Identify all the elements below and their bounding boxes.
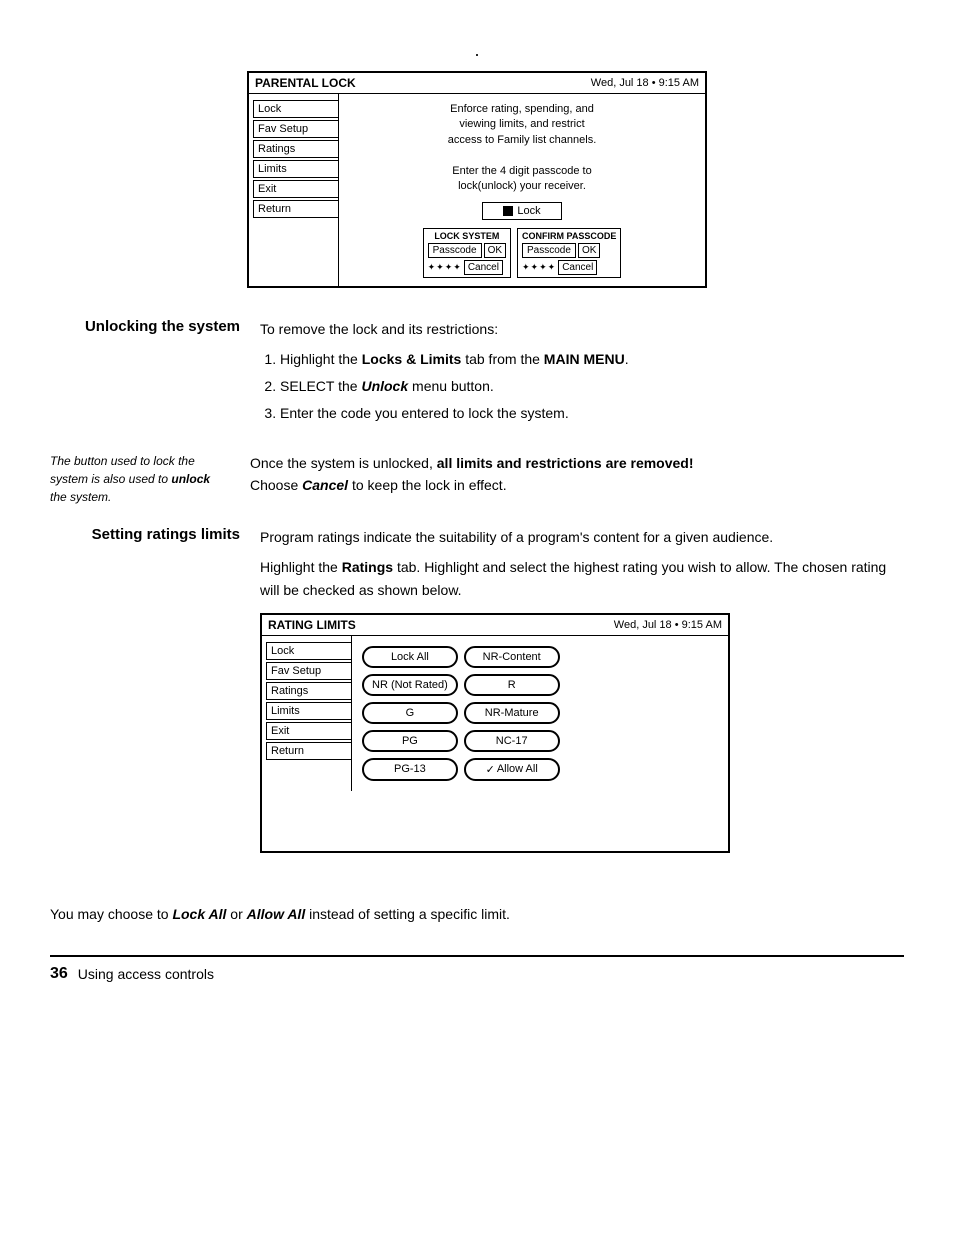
rating-limits-screen-title: RATING LIMITS xyxy=(268,618,356,632)
rating-sidebar-return[interactable]: Return xyxy=(266,742,351,760)
allow-all-checkmark: ✓ xyxy=(486,763,495,776)
sidebar-item-limits[interactable]: Limits xyxy=(253,160,338,178)
rating-limits-section: Setting ratings limits Program ratings i… xyxy=(50,526,904,883)
parental-lock-sidebar: Lock Fav Setup Ratings Limits Exit Retur… xyxy=(249,94,339,286)
lock-system-row: Passcode OK xyxy=(428,243,506,258)
unlocking-step-3: Enter the code you entered to lock the s… xyxy=(280,403,904,424)
rating-btn-allow-all[interactable]: ✓ Allow All xyxy=(464,758,560,781)
rating-btn-nr-not-rated[interactable]: NR (Not Rated) xyxy=(362,674,458,696)
bottom-note-text: You may choose to Lock All or Allow All … xyxy=(50,903,904,925)
confirm-passcode-box: CONFIRM PASSCODE Passcode OK ✦✦✦✦ Cancel xyxy=(517,228,621,278)
confirm-passcode-field[interactable]: Passcode xyxy=(522,243,576,258)
unlocking-note-body: Once the system is unlocked, all limits … xyxy=(250,452,904,506)
lock-icon xyxy=(503,206,513,216)
parental-lock-content: Enforce rating, spending, and viewing li… xyxy=(339,94,705,286)
rating-sidebar-limits[interactable]: Limits xyxy=(266,702,351,720)
parental-lock-title: PARENTAL LOCK xyxy=(255,76,356,90)
rating-btn-nc17[interactable]: NC-17 xyxy=(464,730,560,752)
rating-screen-spacer xyxy=(262,791,728,851)
parental-description: Enforce rating, spending, and viewing li… xyxy=(347,102,697,194)
confirm-cancel-btn[interactable]: Cancel xyxy=(558,260,597,275)
page-number: 36 xyxy=(50,965,68,983)
unlocking-section: Unlocking the system To remove the lock … xyxy=(50,318,904,431)
rating-btn-pg[interactable]: PG xyxy=(362,730,458,752)
rating-limits-title: Setting ratings limits xyxy=(50,526,260,883)
rating-limits-intro: Program ratings indicate the suitability… xyxy=(260,526,904,548)
unlocking-title: Unlocking the system xyxy=(50,318,260,431)
lock-cancel-btn[interactable]: Cancel xyxy=(464,260,503,275)
sidebar-item-lock[interactable]: Lock xyxy=(253,100,338,118)
confirm-passcode-title: CONFIRM PASSCODE xyxy=(522,231,616,241)
rating-btn-g[interactable]: G xyxy=(362,702,458,724)
unlocking-intro: To remove the lock and its restrictions: xyxy=(260,318,904,340)
lock-button-area: Lock xyxy=(347,202,697,220)
rating-limits-body-inner: Lock Fav Setup Ratings Limits Exit Retur… xyxy=(262,636,728,791)
rating-limits-screen-datetime: Wed, Jul 18 • 9:15 AM xyxy=(614,619,722,631)
parental-lock-screenshot-container: PARENTAL LOCK Wed, Jul 18 • 9:15 AM Lock… xyxy=(50,71,904,288)
unlocking-step-1: Highlight the Locks & Limits tab from th… xyxy=(280,349,904,370)
sidebar-item-fav-setup[interactable]: Fav Setup xyxy=(253,120,338,138)
lock-system-dots-row: ✦✦✦✦ Cancel xyxy=(428,260,506,275)
unlocking-italic-note: The button used to lock the system is al… xyxy=(50,452,250,506)
lock-button[interactable]: Lock xyxy=(482,202,561,220)
parental-lock-screen: PARENTAL LOCK Wed, Jul 18 • 9:15 AM Lock… xyxy=(247,71,707,288)
passcode-area: LOCK SYSTEM Passcode OK ✦✦✦✦ Cancel CONF… xyxy=(347,228,697,278)
lock-system-box: LOCK SYSTEM Passcode OK ✦✦✦✦ Cancel xyxy=(423,228,511,278)
confirm-passcode-dots: ✦✦✦✦ xyxy=(522,262,556,273)
lock-ok-btn[interactable]: OK xyxy=(484,243,506,258)
lock-passcode-field[interactable]: Passcode xyxy=(428,243,482,258)
parental-lock-body: Lock Fav Setup Ratings Limits Exit Retur… xyxy=(249,94,705,286)
top-dot: . xyxy=(50,40,904,61)
rating-btn-r[interactable]: R xyxy=(464,674,560,696)
lock-system-title: LOCK SYSTEM xyxy=(428,231,506,241)
rating-sidebar-exit[interactable]: Exit xyxy=(266,722,351,740)
rating-sidebar-lock[interactable]: Lock xyxy=(266,642,351,660)
parental-lock-header: PARENTAL LOCK Wed, Jul 18 • 9:15 AM xyxy=(249,73,705,94)
rating-limits-instruction: Highlight the Ratings tab. Highlight and… xyxy=(260,556,904,601)
rating-sidebar-fav-setup[interactable]: Fav Setup xyxy=(266,662,351,680)
rating-btn-lock-all[interactable]: Lock All xyxy=(362,646,458,668)
rating-limits-header: RATING LIMITS Wed, Jul 18 • 9:15 AM xyxy=(262,615,728,636)
confirm-passcode-row: Passcode OK xyxy=(522,243,616,258)
rating-limits-screenshot-container: RATING LIMITS Wed, Jul 18 • 9:15 AM Lock… xyxy=(260,613,904,853)
footer-text: Using access controls xyxy=(78,966,214,982)
unlocking-steps: Highlight the Locks & Limits tab from th… xyxy=(260,349,904,424)
sidebar-item-return[interactable]: Return xyxy=(253,200,338,218)
confirm-dots-row: ✦✦✦✦ Cancel xyxy=(522,260,616,275)
rating-limits-screen: RATING LIMITS Wed, Jul 18 • 9:15 AM Lock… xyxy=(260,613,730,853)
rating-btn-nr-mature[interactable]: NR-Mature xyxy=(464,702,560,724)
rating-sidebar-ratings[interactable]: Ratings xyxy=(266,682,351,700)
rating-btn-pg13[interactable]: PG-13 xyxy=(362,758,458,781)
unlocking-step-2: SELECT the Unlock menu button. xyxy=(280,376,904,397)
unlocking-bold-note: Once the system is unlocked, all limits … xyxy=(250,452,904,497)
lock-passcode-dots: ✦✦✦✦ xyxy=(428,262,462,273)
sidebar-item-ratings[interactable]: Ratings xyxy=(253,140,338,158)
confirm-ok-btn[interactable]: OK xyxy=(578,243,600,258)
rating-btn-nr-content[interactable]: NR-Content xyxy=(464,646,560,668)
sidebar-item-exit[interactable]: Exit xyxy=(253,180,338,198)
parental-lock-datetime: Wed, Jul 18 • 9:15 AM xyxy=(591,77,699,89)
bottom-note: You may choose to Lock All or Allow All … xyxy=(50,903,904,925)
page-footer: 36 Using access controls xyxy=(50,955,904,983)
rating-buttons-grid: Lock All NR-Content NR (Not Rated) R G N… xyxy=(352,636,570,791)
rating-limits-body: Program ratings indicate the suitability… xyxy=(260,526,904,883)
unlocking-note-section: The button used to lock the system is al… xyxy=(50,452,904,506)
rating-limits-sidebar: Lock Fav Setup Ratings Limits Exit Retur… xyxy=(262,636,352,791)
unlocking-body: To remove the lock and its restrictions:… xyxy=(260,318,904,431)
